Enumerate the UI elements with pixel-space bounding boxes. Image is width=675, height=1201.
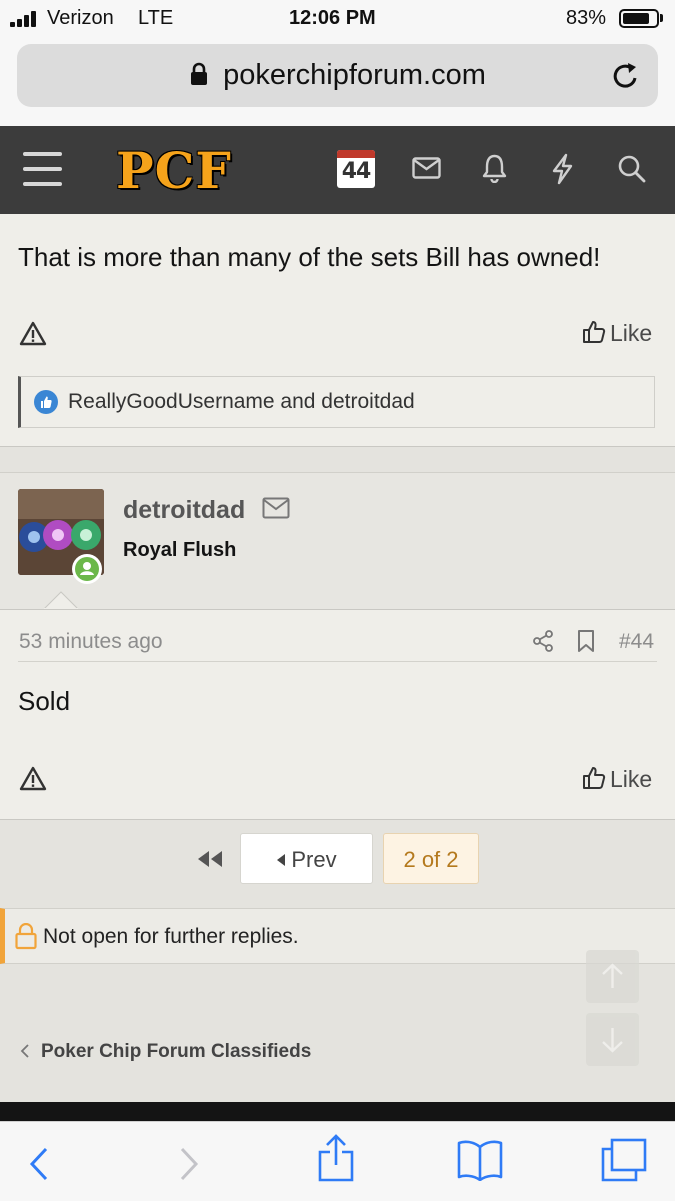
url-display[interactable]: pokerchipforum.com: [17, 59, 658, 92]
address-bar[interactable]: pokerchipforum.com: [17, 44, 658, 107]
likes-summary[interactable]: ReallyGoodUsername and detroitdad: [18, 376, 655, 428]
carrier-label: Verizon: [47, 7, 114, 29]
scroll-top-button[interactable]: [586, 950, 639, 1003]
battery-tip: [660, 14, 663, 22]
arrow-down-icon: [602, 1028, 623, 1053]
address-bar-area: pokerchipforum.com: [0, 40, 675, 126]
like-button[interactable]: Like: [582, 766, 652, 793]
menu-icon[interactable]: [23, 152, 62, 186]
search-icon[interactable]: [617, 154, 647, 184]
like-label: Like: [610, 320, 653, 346]
post-body: That is more than many of the sets Bill …: [18, 242, 601, 272]
battery-icon: [619, 9, 659, 28]
current-page-indicator[interactable]: 2 of 2: [383, 833, 479, 884]
clock: 12:06 PM: [289, 7, 376, 29]
battery-percent: 83%: [566, 7, 607, 29]
forum-header: PCF 44: [0, 126, 675, 214]
calendar-icon[interactable]: 44: [337, 150, 375, 188]
pointer-arrow: [44, 591, 78, 609]
message-icon[interactable]: [262, 497, 290, 519]
prev-page-button[interactable]: Prev: [240, 833, 373, 884]
arrow-up-icon: [602, 963, 623, 988]
thumbs-up-icon: [583, 321, 606, 343]
likes-text: ReallyGoodUsername and detroitdad: [68, 390, 415, 413]
chevron-left-icon: [20, 1044, 29, 1058]
site-logo[interactable]: PCF: [116, 144, 232, 198]
post-time[interactable]: 53 minutes ago: [19, 630, 163, 654]
breadcrumb-label: Poker Chip Forum Classifieds: [41, 1041, 312, 1062]
lightning-icon[interactable]: [550, 153, 575, 185]
share-icon[interactable]: [532, 630, 554, 652]
status-bar: Verizon LTE 12:06 PM 83%: [0, 0, 675, 40]
bookmarks-icon[interactable]: [456, 1139, 504, 1181]
forward-icon[interactable]: [178, 1146, 200, 1182]
username[interactable]: detroitdad: [123, 496, 290, 525]
bookmark-icon[interactable]: [577, 629, 595, 653]
prev-label: Prev: [291, 847, 337, 872]
like-reaction-icon: [34, 390, 58, 414]
online-status-badge: [72, 554, 102, 584]
scroll-bottom-button[interactable]: [586, 1013, 639, 1066]
back-icon[interactable]: [28, 1146, 50, 1182]
notice-text: Not open for further replies.: [43, 925, 299, 948]
post-body: Sold: [18, 686, 71, 716]
report-icon[interactable]: [19, 766, 47, 791]
browser-toolbar: [0, 1121, 675, 1201]
thumbs-up-icon: [583, 767, 606, 789]
inbox-icon[interactable]: [412, 157, 441, 179]
forum-footer-edge: [0, 1102, 675, 1121]
lock-icon: [191, 62, 208, 85]
caret-left-icon: [277, 854, 286, 866]
user-title: Royal Flush: [123, 539, 237, 561]
network-label: LTE: [138, 7, 174, 29]
share-sheet-icon[interactable]: [316, 1133, 356, 1183]
like-button[interactable]: Like: [582, 320, 652, 347]
report-icon[interactable]: [19, 321, 47, 346]
calendar-day: 44: [341, 159, 372, 184]
username-text: detroitdad: [123, 496, 246, 524]
lock-icon: [15, 923, 37, 950]
tabs-icon[interactable]: [600, 1137, 648, 1183]
page-label: 2 of 2: [403, 847, 459, 872]
bell-icon[interactable]: [482, 153, 507, 183]
like-label: Like: [610, 766, 653, 792]
reload-icon[interactable]: [611, 60, 641, 92]
divider: [18, 661, 657, 662]
url-text: pokerchipforum.com: [223, 59, 486, 91]
first-page-icon[interactable]: [197, 850, 223, 868]
signal-icon: [10, 11, 42, 27]
post-number[interactable]: #44: [619, 630, 654, 654]
user-online-icon: [75, 557, 99, 581]
breadcrumb[interactable]: Poker Chip Forum Classifieds: [20, 1041, 311, 1063]
thread-locked-notice: Not open for further replies.: [0, 908, 675, 964]
